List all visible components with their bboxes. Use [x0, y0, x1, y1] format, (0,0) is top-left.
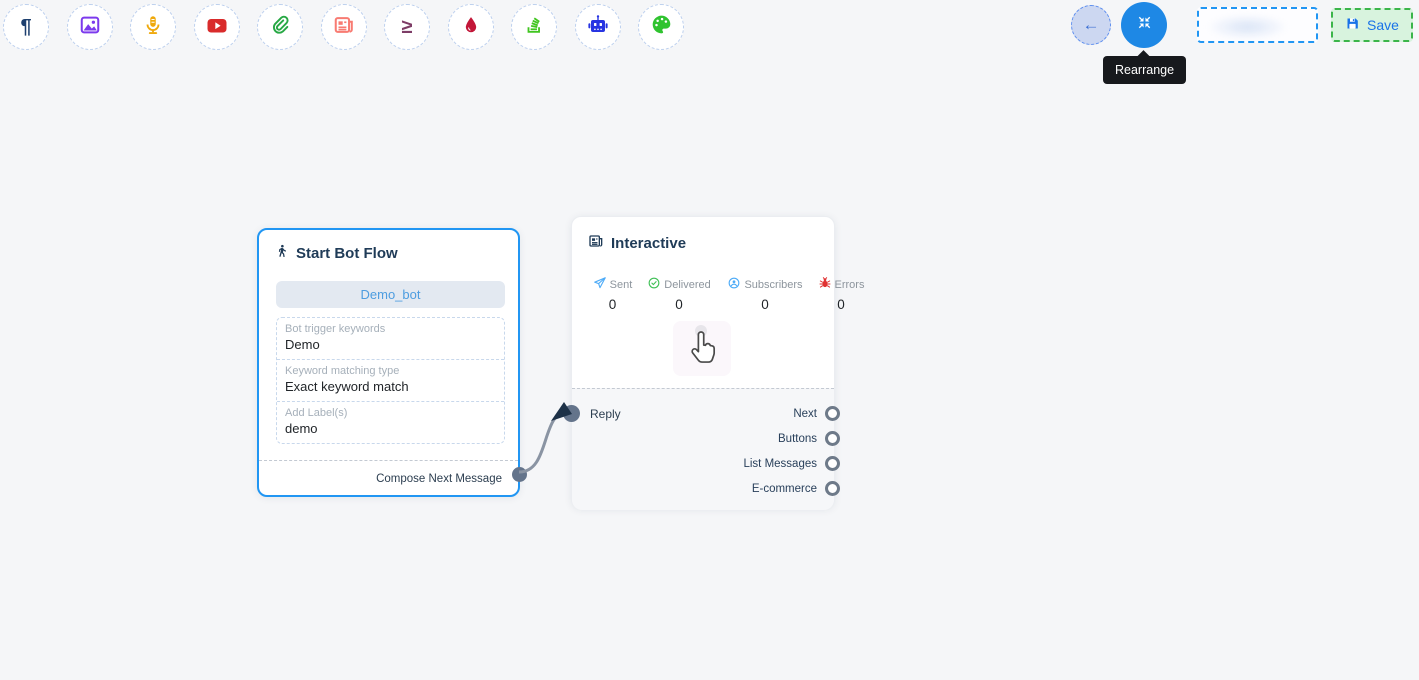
next-output-endpoint[interactable]	[825, 406, 840, 421]
outputs-list: Next Buttons List Messages E-commerce	[572, 401, 834, 501]
image-button[interactable]	[67, 4, 113, 50]
stat-sent: Sent 0	[586, 277, 639, 312]
sequence-button[interactable]	[511, 4, 557, 50]
blurred-text	[1207, 15, 1297, 39]
arrow-left-icon: ←	[1083, 15, 1100, 35]
hand-cursor-icon	[686, 328, 720, 368]
rearrange-tooltip: Rearrange	[1103, 56, 1186, 84]
save-label: Save	[1367, 17, 1399, 33]
drip-button[interactable]	[448, 4, 494, 50]
output-row-next: Next	[572, 401, 834, 426]
walking-person-icon	[274, 244, 289, 263]
theme-button[interactable]	[638, 4, 684, 50]
node-start-bot-flow[interactable]: Start Bot Flow Demo_bot Bot trigger keyw…	[257, 228, 520, 497]
interactive-node-title: Interactive	[588, 233, 834, 253]
text-block-button[interactable]: ¶	[3, 4, 49, 50]
droplet-icon	[461, 15, 481, 40]
save-button[interactable]: Save	[1331, 8, 1413, 42]
ecommerce-output-endpoint[interactable]	[825, 481, 840, 496]
rearrange-button[interactable]	[1121, 2, 1167, 48]
stat-value: 0	[609, 297, 617, 312]
output-label: E-commerce	[752, 483, 817, 495]
user-circle-icon	[727, 276, 741, 295]
video-button[interactable]	[194, 4, 240, 50]
compress-arrows-icon	[1135, 13, 1154, 37]
interactive-node-title-text: Interactive	[611, 235, 686, 252]
field-bot-trigger-keywords[interactable]: Bot trigger keywords Demo	[277, 318, 504, 359]
compose-output-endpoint[interactable]	[512, 467, 527, 482]
field-label: Bot trigger keywords	[285, 322, 496, 336]
pilcrow-icon: ¶	[20, 17, 31, 37]
stat-value: 0	[675, 297, 683, 312]
io-section: Reply Next Buttons List Messages E-comme…	[572, 388, 834, 510]
stat-label: Subscribers	[744, 279, 802, 291]
stack-icon	[523, 14, 545, 41]
list-messages-output-endpoint[interactable]	[825, 456, 840, 471]
tooltip-text: Rearrange	[1115, 63, 1174, 77]
output-row-list-messages: List Messages	[572, 451, 834, 476]
field-value: Exact keyword match	[285, 378, 496, 395]
flow-name-field[interactable]	[1197, 7, 1318, 43]
message-body-area[interactable]	[673, 321, 731, 376]
palette-icon	[650, 13, 673, 41]
youtube-icon	[205, 13, 229, 42]
field-value: Demo	[285, 336, 496, 353]
paperclip-icon	[269, 14, 291, 41]
stat-errors: Errors 0	[811, 277, 871, 312]
microphone-icon	[142, 14, 164, 41]
node-interactive[interactable]: Interactive Sent 0 Delivered 0	[571, 216, 835, 509]
field-keyword-matching-type[interactable]: Keyword matching type Exact keyword matc…	[277, 359, 504, 401]
reply-input-endpoint[interactable]	[563, 405, 580, 422]
check-circle-icon	[647, 276, 661, 295]
stats-row: Sent 0 Delivered 0 Subscribers 0	[586, 277, 871, 312]
output-label: Buttons	[778, 433, 817, 445]
card-template-button[interactable]	[321, 4, 367, 50]
compose-next-message-label: Compose Next Message	[376, 473, 502, 485]
trigger-fields-box: Bot trigger keywords Demo Keyword matchi…	[276, 317, 505, 444]
buttons-output-endpoint[interactable]	[825, 431, 840, 446]
output-label: Next	[793, 408, 817, 420]
newspaper-icon	[588, 233, 604, 253]
paper-plane-icon	[593, 276, 607, 295]
greater-equal-icon: ≥	[402, 17, 413, 37]
floppy-disk-icon	[1345, 16, 1360, 34]
field-label: Keyword matching type	[285, 364, 496, 378]
back-button[interactable]: ←	[1071, 5, 1111, 45]
image-icon	[79, 14, 101, 41]
field-label: Add Label(s)	[285, 406, 496, 420]
condition-button[interactable]: ≥	[384, 4, 430, 50]
bug-icon	[818, 276, 832, 295]
stat-label: Sent	[610, 279, 633, 291]
bot-button[interactable]	[575, 4, 621, 50]
field-value: demo	[285, 420, 496, 437]
connector-wire	[519, 411, 569, 472]
robot-icon	[586, 13, 610, 42]
output-label: List Messages	[743, 458, 817, 470]
component-toolbar: ¶ ≥	[3, 4, 684, 50]
start-node-title-text: Start Bot Flow	[296, 245, 398, 262]
bot-name-pill[interactable]: Demo_bot	[276, 281, 505, 308]
output-row-ecommerce: E-commerce	[572, 476, 834, 501]
stat-delivered: Delivered 0	[639, 277, 719, 312]
output-row-buttons: Buttons	[572, 426, 834, 451]
newspaper-icon	[333, 14, 355, 41]
stat-label: Delivered	[664, 279, 710, 291]
field-add-labels[interactable]: Add Label(s) demo	[277, 401, 504, 443]
stat-subscribers: Subscribers 0	[719, 277, 811, 312]
stat-value: 0	[837, 297, 845, 312]
audio-button[interactable]	[130, 4, 176, 50]
file-button[interactable]	[257, 4, 303, 50]
stat-label: Errors	[835, 279, 865, 291]
start-node-title: Start Bot Flow	[274, 244, 518, 263]
stat-value: 0	[761, 297, 769, 312]
